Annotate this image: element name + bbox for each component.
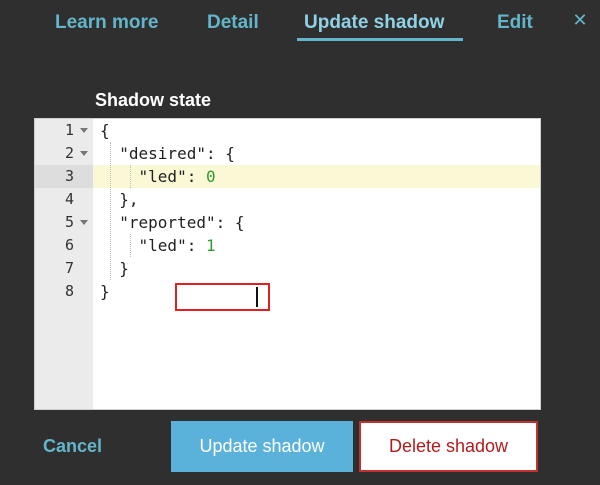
line-number-text: 7	[64, 259, 74, 277]
code-text: }	[100, 282, 110, 301]
editor-line[interactable]	[35, 280, 540, 303]
delete-shadow-button[interactable]: Delete shadow	[359, 421, 538, 472]
editor-line[interactable]	[35, 119, 540, 142]
cancel-button[interactable]: Cancel	[43, 436, 102, 457]
code-line-text: "led": 1	[100, 234, 216, 257]
line-number: 1	[35, 119, 93, 142]
fold-arrow-icon[interactable]	[80, 151, 88, 156]
line-number: 2	[35, 142, 93, 165]
text-cursor	[256, 287, 258, 307]
section-title: Shadow state	[95, 90, 212, 110]
line-number-text: 8	[64, 282, 74, 300]
code-line-text: },	[100, 188, 139, 211]
code-text: "led":	[100, 236, 206, 255]
code-text: "reported": {	[100, 213, 245, 232]
code-line-text: "reported": {	[100, 211, 245, 234]
tab-edit[interactable]: Edit	[497, 12, 533, 34]
line-number: 7	[35, 257, 93, 280]
line-number-text: 5	[64, 213, 74, 231]
code-line-text: "desired": {	[100, 142, 235, 165]
indent-guide	[110, 142, 112, 280]
code-line-text: }	[100, 257, 129, 280]
line-number: 5	[35, 211, 93, 234]
tab-learn-more[interactable]: Learn more	[55, 12, 158, 34]
line-number-text: 1	[64, 121, 74, 139]
tab-update-shadow[interactable]: Update shadow	[304, 12, 444, 34]
line-number: 8	[35, 280, 93, 303]
code-text: "led":	[100, 167, 206, 186]
code-line-text: }	[100, 280, 110, 303]
line-number-text: 2	[64, 144, 74, 162]
tab-detail[interactable]: Detail	[207, 12, 259, 34]
json-editor[interactable]: 1 {2 "desired": { 3 "led": 0 4 }, 5 "reporte…	[34, 118, 541, 410]
code-line-text: {	[100, 119, 110, 142]
close-icon[interactable]: ✕	[570, 10, 590, 30]
tab-bar: Learn more Detail Update shadow Edit ✕	[0, 0, 600, 50]
indent-guide	[130, 165, 132, 188]
line-number: 6	[35, 234, 93, 257]
code-line-text: "led": 0	[100, 165, 216, 188]
line-number-text: 6	[64, 236, 74, 254]
code-text: }	[100, 259, 129, 278]
line-number: 4	[35, 188, 93, 211]
line-number-text: 4	[64, 190, 74, 208]
code-text: },	[100, 190, 139, 209]
fold-arrow-icon[interactable]	[80, 220, 88, 225]
fold-arrow-icon[interactable]	[80, 128, 88, 133]
code-text: "desired": {	[100, 144, 235, 163]
code-text: {	[100, 121, 110, 140]
code-number-value: 0	[205, 167, 216, 186]
line-number-text: 3	[64, 167, 74, 185]
active-tab-indicator	[297, 38, 463, 41]
update-shadow-button[interactable]: Update shadow	[171, 421, 353, 472]
code-number-value: 1	[205, 236, 216, 255]
line-number: 3	[35, 165, 93, 188]
indent-guide	[130, 234, 132, 257]
